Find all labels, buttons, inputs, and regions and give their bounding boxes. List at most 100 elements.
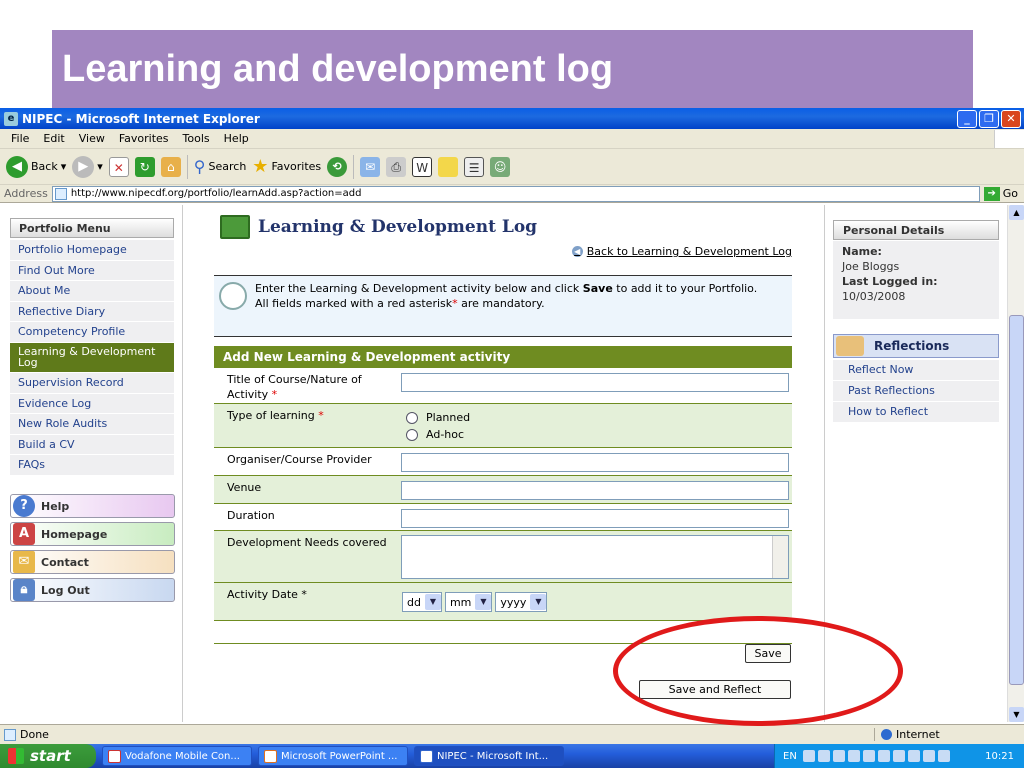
tray-icons[interactable] — [802, 750, 950, 762]
menu-item-evidence-log[interactable]: Evidence Log — [10, 393, 174, 415]
status-bar: Done Internet — [0, 724, 1024, 744]
help-button[interactable]: ? Help — [10, 494, 175, 518]
tray-icon[interactable] — [907, 750, 920, 762]
search-button[interactable]: ⚲ Search — [194, 157, 247, 176]
menu-item-learning-development-log[interactable]: Learning & Development Log — [10, 342, 174, 373]
print-icon[interactable]: ⎙ — [386, 156, 407, 177]
homepage-button[interactable]: A Homepage — [10, 522, 175, 546]
menu-view[interactable]: View — [72, 132, 112, 145]
minimize-button[interactable]: _ — [957, 109, 977, 128]
page-title: Learning & Development Log — [258, 217, 538, 237]
tray-icon[interactable] — [937, 750, 950, 762]
language-indicator[interactable]: EN — [783, 751, 797, 762]
menu-tools[interactable]: Tools — [176, 132, 217, 145]
page-scrollbar[interactable]: ▲ ▼ — [1007, 205, 1024, 722]
tray-icon[interactable] — [802, 750, 815, 762]
address-label: Address — [4, 187, 48, 200]
duration-input[interactable] — [401, 509, 789, 528]
messenger-icon[interactable]: ☺ — [490, 156, 511, 177]
scroll-up-arrow-icon[interactable]: ▲ — [1009, 205, 1024, 220]
date-label: Activity Date * — [227, 588, 307, 601]
task-powerpoint[interactable]: Microsoft PowerPoint ... — [258, 746, 408, 766]
refresh-icon[interactable]: ↻ — [134, 156, 155, 177]
menu-item-build-a-cv[interactable]: Build a CV — [10, 434, 174, 456]
radio-planned[interactable]: Planned — [406, 411, 470, 424]
research-icon[interactable]: ☰ — [464, 156, 485, 177]
tray-icon[interactable] — [847, 750, 860, 762]
title-row: Title of Course/Nature of Activity * — [214, 368, 792, 404]
scroll-thumb[interactable] — [1009, 315, 1024, 685]
start-button[interactable]: start — [0, 744, 96, 768]
needs-textarea[interactable] — [401, 535, 789, 579]
venue-row: Venue — [214, 476, 792, 504]
menu-item-supervision-record[interactable]: Supervision Record — [10, 372, 174, 394]
page-icon — [54, 187, 67, 200]
day-select[interactable]: dd ▼ — [402, 592, 442, 612]
menu-edit[interactable]: Edit — [36, 132, 71, 145]
menu-item-reflective-diary[interactable]: Reflective Diary — [10, 301, 174, 323]
reflect-now-link[interactable]: Reflect Now — [833, 360, 999, 381]
envelope-icon: ✉ — [13, 551, 35, 573]
needs-label: Development Needs covered — [227, 536, 387, 549]
windows-logo-icon — [8, 748, 24, 764]
past-reflections-link[interactable]: Past Reflections — [833, 381, 999, 402]
save-button[interactable]: Save — [745, 644, 791, 663]
menu-item-about-me[interactable]: About Me — [10, 281, 174, 302]
history-icon[interactable]: ⟲ — [327, 156, 348, 177]
menu-item-new-role-audits[interactable]: New Role Audits — [10, 414, 174, 435]
tray-icon[interactable] — [817, 750, 830, 762]
duration-label: Duration — [227, 509, 275, 522]
task-vodafone[interactable]: Vodafone Mobile Con... — [102, 746, 252, 766]
year-select[interactable]: yyyy ▼ — [495, 592, 548, 612]
menu-help[interactable]: Help — [217, 132, 256, 145]
logout-button[interactable]: 🔒︎ Log Out — [10, 578, 175, 602]
tray-icon[interactable] — [862, 750, 875, 762]
scroll-down-arrow-icon[interactable]: ▼ — [1009, 707, 1024, 722]
tray-icon[interactable] — [832, 750, 845, 762]
security-zone: Internet — [874, 728, 1024, 741]
title-input[interactable] — [401, 373, 789, 392]
favorites-button[interactable]: ★ Favorites — [252, 156, 321, 177]
close-button[interactable]: ✕ — [1001, 109, 1021, 128]
date-row: Activity Date * dd ▼ mm ▼ yyyy ▼ — [214, 583, 792, 621]
venue-input[interactable] — [401, 481, 789, 500]
page-viewport: Portfolio Menu Portfolio Homepage Find O… — [0, 205, 1024, 722]
tray-icon[interactable] — [892, 750, 905, 762]
organiser-input[interactable] — [401, 453, 789, 472]
ie-icon — [420, 749, 433, 763]
menu-item-portfolio-homepage[interactable]: Portfolio Homepage — [10, 240, 174, 261]
forward-button[interactable]: ▶ ▾ — [72, 155, 103, 178]
month-select[interactable]: mm ▼ — [444, 592, 493, 612]
menu-item-faqs[interactable]: FAQs — [10, 455, 174, 476]
save-and-reflect-button[interactable]: Save and Reflect — [639, 680, 791, 699]
restore-button[interactable]: ❐ — [979, 109, 999, 128]
menu-item-find-out-more[interactable]: Find Out More — [10, 260, 174, 282]
menu-file[interactable]: File — [4, 132, 36, 145]
chevron-down-icon: ▼ — [424, 594, 441, 610]
address-input[interactable]: http://www.nipecdf.org/portfolio/learnAd… — [51, 185, 980, 202]
edit-word-icon[interactable]: W — [412, 156, 433, 177]
radio-adhoc[interactable]: Ad-hoc — [406, 428, 464, 441]
window-titlebar[interactable]: e NIPEC - Microsoft Internet Explorer _ … — [0, 108, 1024, 129]
textarea-scrollbar[interactable] — [772, 536, 788, 578]
personal-details-heading: Personal Details — [833, 220, 999, 240]
mail-icon[interactable]: ✉ — [360, 156, 381, 177]
back-arrow-icon: ◀ — [571, 246, 583, 257]
go-button[interactable]: ➔ Go — [983, 186, 1024, 201]
contact-button[interactable]: ✉ Contact — [10, 550, 175, 574]
windows-flag-icon — [994, 129, 1024, 148]
stop-icon[interactable]: ✕ — [108, 156, 129, 177]
log-book-icon — [220, 215, 250, 239]
back-button[interactable]: ◀ Back ▾ — [6, 155, 66, 178]
home-icon[interactable]: ⌂ — [160, 156, 181, 177]
how-to-reflect-link[interactable]: How to Reflect — [833, 402, 999, 423]
menu-item-competency-profile[interactable]: Competency Profile — [10, 322, 174, 343]
radio-circle-icon — [406, 411, 418, 424]
tray-icon[interactable] — [877, 750, 890, 762]
window-title: NIPEC - Microsoft Internet Explorer — [22, 111, 260, 126]
menu-favorites[interactable]: Favorites — [112, 132, 176, 145]
task-ie[interactable]: NIPEC - Microsoft Int... — [414, 746, 564, 766]
tray-icon[interactable] — [922, 750, 935, 762]
discuss-icon[interactable] — [438, 156, 459, 177]
back-to-log-link[interactable]: ◀ Back to Learning & Development Log — [571, 245, 792, 258]
